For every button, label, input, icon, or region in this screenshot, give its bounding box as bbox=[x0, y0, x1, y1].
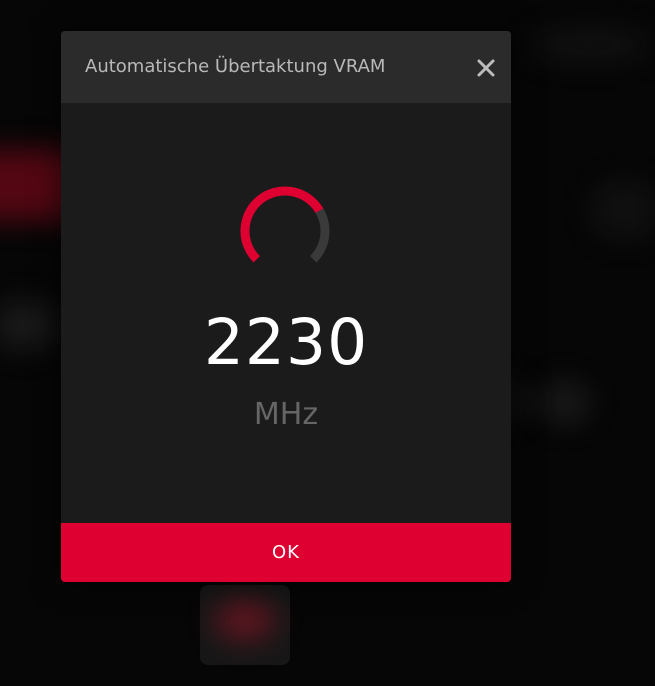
close-button[interactable] bbox=[471, 53, 501, 83]
clock-unit: MHz bbox=[253, 397, 319, 432]
dialog-header: Automatische Übertaktung VRAM bbox=[61, 31, 511, 103]
background-blur-grey-left bbox=[0, 300, 60, 350]
background-blur-right-mid bbox=[590, 180, 655, 240]
progress-ring-fill bbox=[240, 186, 324, 263]
background-blur-red-bottom bbox=[215, 600, 275, 640]
progress-ring-track bbox=[309, 208, 330, 263]
background-blur-top-right bbox=[530, 30, 650, 60]
ok-button[interactable]: OK bbox=[61, 523, 511, 582]
dialog-title: Automatische Übertaktung VRAM bbox=[85, 56, 386, 77]
progress-ring bbox=[240, 186, 330, 263]
background-blur-grey-right bbox=[540, 380, 590, 425]
clock-value: 2230 bbox=[203, 306, 369, 379]
close-icon bbox=[477, 59, 495, 77]
overclock-dialog: Automatische Übertaktung VRAM 2230 MHz O… bbox=[61, 31, 511, 582]
